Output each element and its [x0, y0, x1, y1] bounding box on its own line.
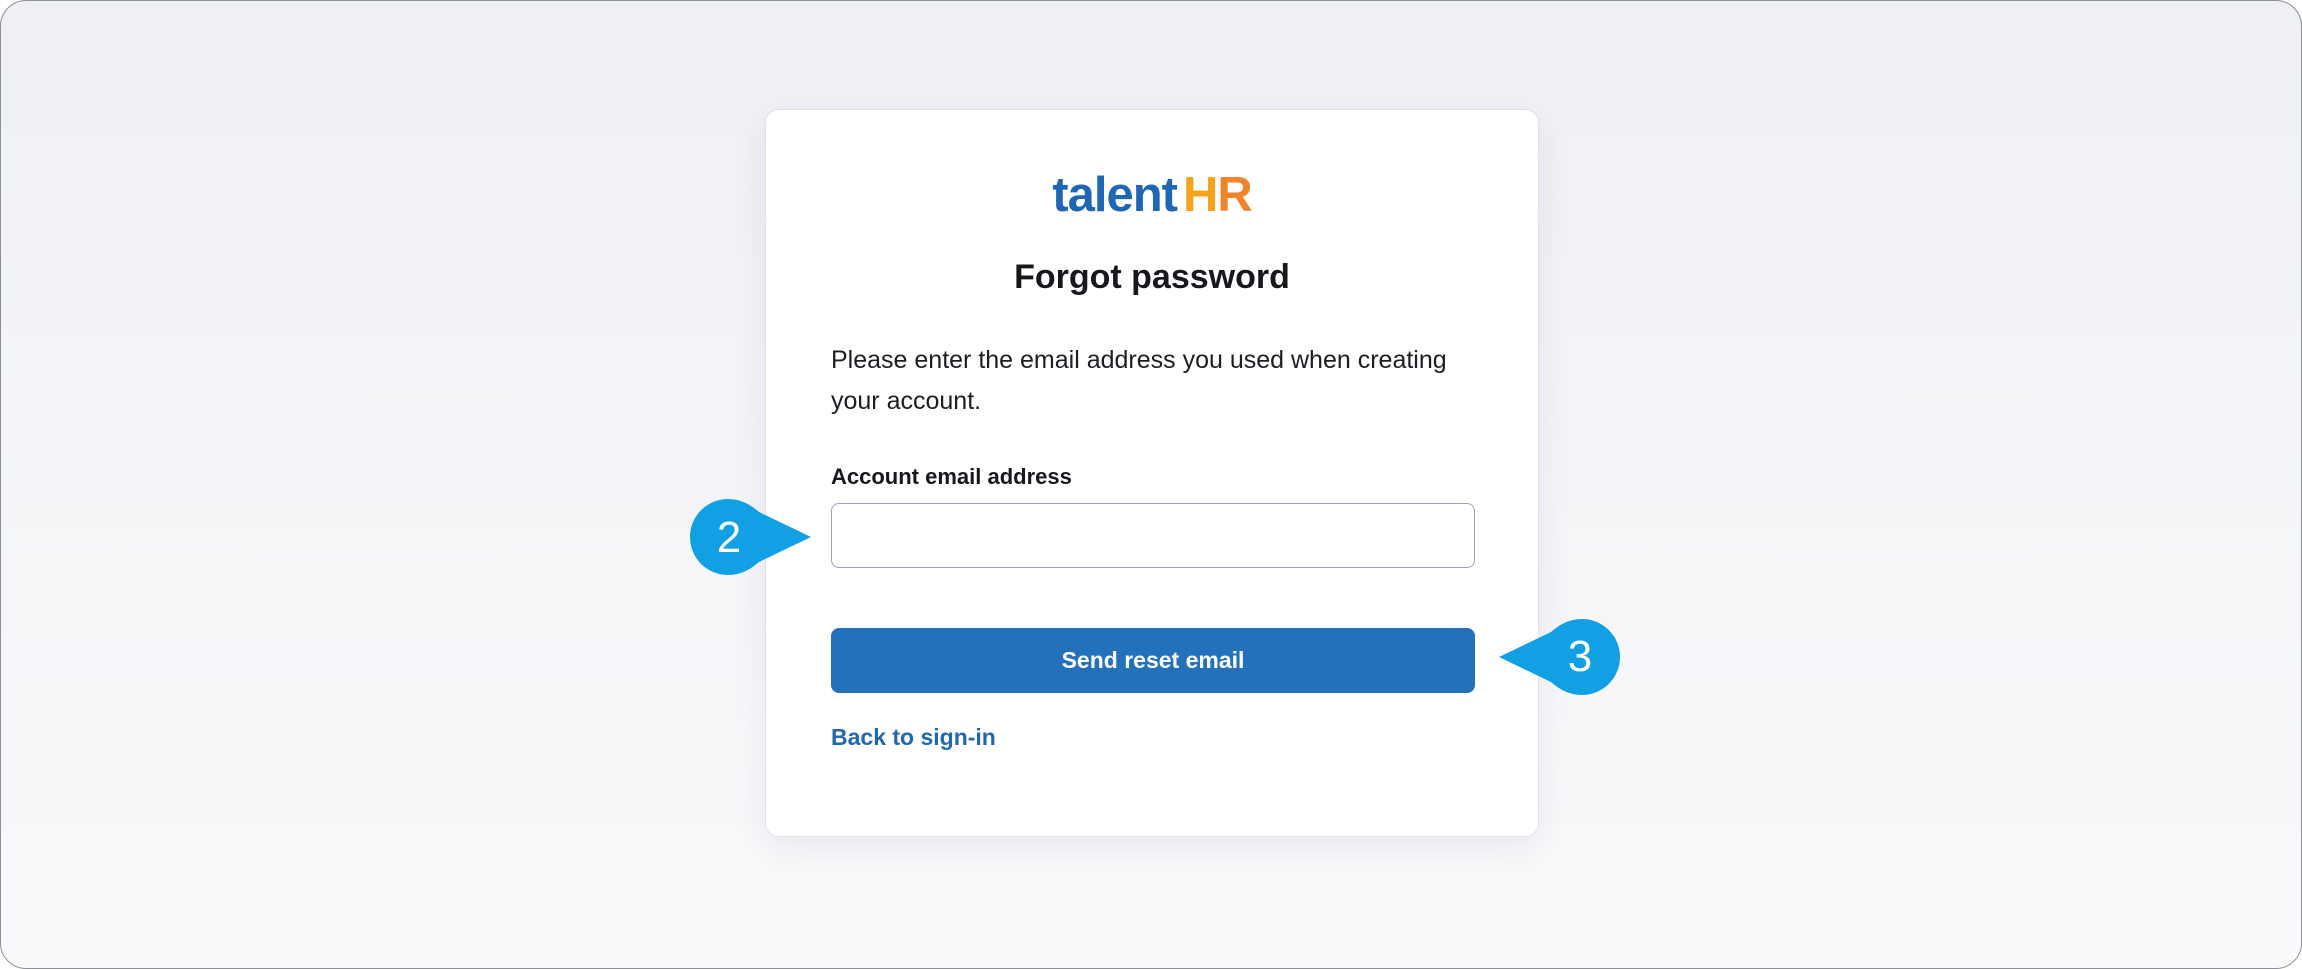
email-input[interactable] — [831, 503, 1475, 568]
talenthr-logo: talent HR — [766, 165, 1538, 225]
callout-number-2: 2 — [716, 513, 742, 562]
email-field-label: Account email address — [831, 464, 1072, 489]
back-to-sign-in-link[interactable]: Back to sign-in — [831, 722, 996, 752]
send-reset-email-button[interactable]: Send reset email — [831, 628, 1475, 693]
callout-number-3: 3 — [1567, 632, 1593, 681]
instructions-text: Please enter the email address you used … — [831, 346, 1447, 415]
logo-hr-mark: HR — [1182, 168, 1253, 222]
screenshot-frame: talent HR Forgot password Please enter th… — [0, 0, 2302, 969]
logo-hr-mark-h: H — [1182, 168, 1218, 222]
forgot-password-card: talent HR Forgot password Please enter th… — [765, 109, 1539, 837]
page-title: Forgot password — [1014, 258, 1290, 296]
logo-wordmark: talent — [1052, 168, 1178, 222]
logo-hr-mark-r: R — [1217, 168, 1252, 222]
